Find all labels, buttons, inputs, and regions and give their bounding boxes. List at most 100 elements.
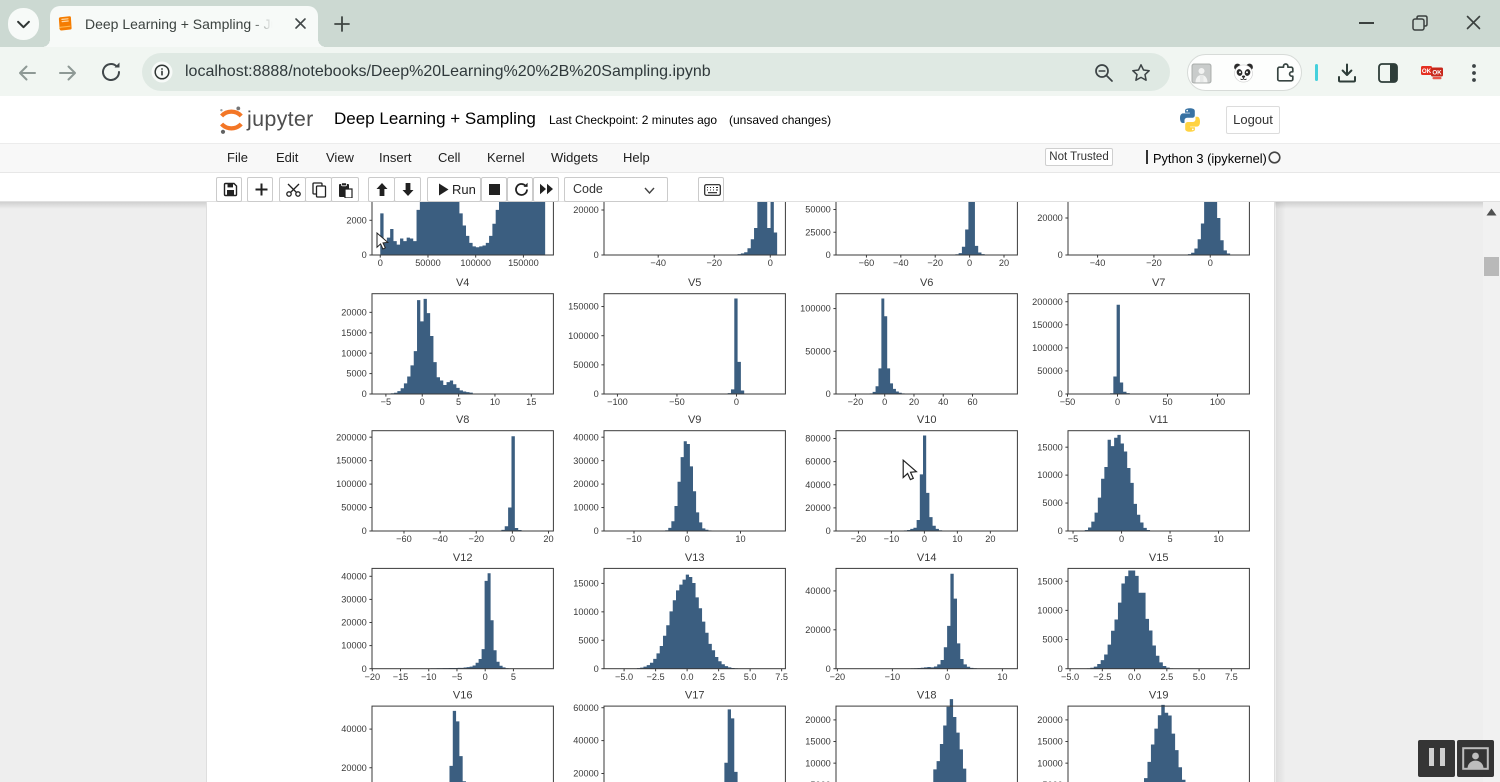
svg-text:15000: 15000 [1037, 576, 1063, 586]
svg-text:0: 0 [594, 664, 599, 674]
svg-text:−20: −20 [706, 258, 722, 268]
svg-text:−20: −20 [1146, 258, 1162, 268]
svg-text:0: 0 [378, 258, 383, 268]
svg-text:OK: OK [1422, 68, 1432, 75]
svg-text:−60: −60 [859, 258, 875, 268]
svg-text:−10: −10 [885, 672, 901, 682]
svg-text:−2.5: −2.5 [1093, 672, 1111, 682]
svg-text:15000: 15000 [341, 328, 367, 338]
svg-text:10: 10 [490, 397, 500, 407]
svg-text:−100: −100 [607, 397, 628, 407]
svg-text:−10: −10 [421, 672, 437, 682]
svg-text:V16: V16 [453, 690, 473, 702]
svg-text:10: 10 [1213, 534, 1223, 544]
svg-text:20000: 20000 [805, 715, 831, 725]
svg-text:−60: −60 [396, 534, 412, 544]
svg-text:0: 0 [768, 258, 773, 268]
svg-text:V10: V10 [917, 414, 937, 426]
svg-text:V17: V17 [685, 690, 705, 702]
svg-text:0: 0 [1208, 258, 1213, 268]
svg-text:0: 0 [594, 526, 599, 536]
svg-text:0: 0 [685, 534, 690, 544]
svg-text:0: 0 [594, 389, 599, 399]
svg-text:20: 20 [985, 534, 995, 544]
svg-text:25000: 25000 [805, 227, 831, 237]
svg-text:10000: 10000 [805, 758, 831, 768]
svg-text:−20: −20 [851, 534, 867, 544]
svg-text:0: 0 [922, 534, 927, 544]
svg-text:30000: 30000 [341, 595, 367, 605]
svg-text:40: 40 [938, 397, 948, 407]
svg-text:−5: −5 [1068, 534, 1078, 544]
svg-text:0: 0 [1058, 664, 1063, 674]
svg-text:0: 0 [1058, 250, 1063, 260]
svg-text:0: 0 [826, 389, 831, 399]
svg-text:50000: 50000 [573, 360, 599, 370]
svg-text:40000: 40000 [341, 571, 367, 581]
svg-text:200000: 200000 [1032, 297, 1063, 307]
svg-text:5: 5 [511, 672, 516, 682]
svg-text:−20: −20 [848, 397, 864, 407]
svg-text:10: 10 [997, 672, 1007, 682]
svg-text:20: 20 [909, 397, 919, 407]
svg-text:0: 0 [1058, 526, 1063, 536]
svg-text:15000: 15000 [1037, 737, 1063, 747]
svg-text:50000: 50000 [805, 346, 831, 356]
svg-text:V11: V11 [1149, 414, 1168, 426]
svg-text:100000: 100000 [460, 258, 491, 268]
svg-text:−5: −5 [452, 672, 462, 682]
svg-text:10000: 10000 [341, 641, 367, 651]
svg-text:V14: V14 [917, 552, 937, 564]
svg-text:150000: 150000 [1032, 320, 1063, 330]
svg-text:−40: −40 [432, 534, 448, 544]
svg-text:150000: 150000 [336, 456, 367, 466]
svg-text:20000: 20000 [341, 763, 367, 773]
svg-text:−20: −20 [364, 672, 380, 682]
svg-text:10000: 10000 [1037, 470, 1063, 480]
svg-text:10: 10 [735, 534, 745, 544]
svg-text:20000: 20000 [1037, 213, 1063, 223]
svg-text:20000: 20000 [573, 769, 599, 779]
svg-text:20000: 20000 [805, 625, 831, 635]
svg-text:−5: −5 [381, 397, 391, 407]
svg-text:20: 20 [999, 258, 1009, 268]
svg-text:50: 50 [1162, 397, 1172, 407]
svg-text:5: 5 [1167, 534, 1172, 544]
svg-text:5000: 5000 [1042, 635, 1062, 645]
svg-text:−5.0: −5.0 [1061, 672, 1079, 682]
svg-text:5: 5 [456, 397, 461, 407]
svg-text:0: 0 [362, 526, 367, 536]
svg-text:0: 0 [882, 397, 887, 407]
svg-text:−20: −20 [927, 258, 943, 268]
svg-text:0: 0 [826, 664, 831, 674]
svg-text:15000: 15000 [1037, 442, 1063, 452]
svg-text:0: 0 [1058, 389, 1063, 399]
svg-text:20000: 20000 [573, 479, 599, 489]
svg-text:−15: −15 [393, 672, 409, 682]
svg-text:V7: V7 [1152, 277, 1165, 289]
svg-text:0.0: 0.0 [1128, 672, 1141, 682]
svg-text:V18: V18 [917, 690, 937, 702]
svg-text:V9: V9 [688, 414, 701, 426]
svg-text:10000: 10000 [1037, 758, 1063, 768]
svg-text:50000: 50000 [341, 503, 367, 513]
svg-text:0: 0 [1119, 534, 1124, 544]
svg-text:40000: 40000 [805, 586, 831, 596]
svg-text:0.0: 0.0 [681, 672, 694, 682]
svg-text:60000: 60000 [573, 703, 599, 713]
svg-text:0: 0 [734, 397, 739, 407]
svg-text:20000: 20000 [341, 618, 367, 628]
svg-text:5000: 5000 [578, 635, 598, 645]
svg-text:100000: 100000 [568, 331, 599, 341]
svg-text:100: 100 [1210, 397, 1225, 407]
svg-text:−2.5: −2.5 [647, 672, 665, 682]
svg-text:5.0: 5.0 [744, 672, 757, 682]
svg-text:50000: 50000 [805, 205, 831, 215]
svg-text:20: 20 [543, 534, 553, 544]
svg-text:50000: 50000 [1037, 366, 1063, 376]
svg-text:5000: 5000 [346, 369, 366, 379]
svg-text:2.5: 2.5 [712, 672, 725, 682]
svg-text:40000: 40000 [805, 480, 831, 490]
svg-text:15: 15 [526, 397, 536, 407]
svg-text:60: 60 [967, 397, 977, 407]
